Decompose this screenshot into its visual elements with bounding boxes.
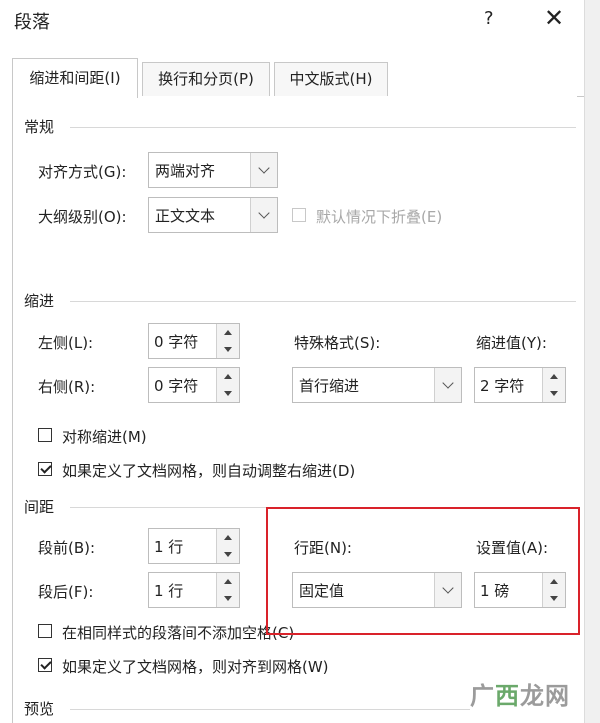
line-spacing-select[interactable]: 固定值 (292, 572, 462, 608)
alignment-label: 对齐方式(G): (38, 163, 127, 181)
spacing-at-label: 设置值(A): (476, 539, 549, 557)
section-indentation-header: 缩进 (24, 292, 55, 310)
spacing-after-spinner[interactable]: 1 行 (148, 572, 240, 608)
tab-asian-typography[interactable]: 中文版式(H) (274, 62, 388, 96)
collapse-by-default-label: 默认情况下折叠(E) (316, 208, 443, 226)
indent-by-label: 缩进值(Y): (476, 334, 547, 352)
outline-level-value: 正文文本 (155, 207, 216, 225)
indent-by-spinner[interactable]: 2 字符 (474, 367, 566, 403)
no-space-same-style-label: 在相同样式的段落间不添加空格(C) (62, 624, 295, 642)
indent-right-label: 右侧(R): (38, 378, 96, 396)
outline-level-select[interactable]: 正文文本 (148, 197, 278, 233)
spinner-arrows (216, 529, 239, 563)
spinner-arrows (216, 324, 239, 358)
collapse-by-default-checkbox (292, 208, 306, 222)
decrement-icon[interactable] (217, 546, 239, 563)
spacing-at-value: 1 磅 (480, 582, 510, 600)
decrement-icon[interactable] (217, 590, 239, 607)
spacing-before-value: 1 行 (154, 538, 184, 556)
snap-to-grid-checkbox[interactable] (38, 658, 52, 672)
spacing-after-value: 1 行 (154, 582, 184, 600)
indent-by-value: 2 字符 (480, 377, 525, 395)
mirror-indents-label: 对称缩进(M) (62, 428, 147, 446)
indent-left-label: 左侧(L): (38, 334, 94, 352)
dialog-title: 段落 (14, 12, 50, 33)
section-spacing-header: 间距 (24, 498, 55, 516)
decrement-icon[interactable] (543, 590, 565, 607)
close-button[interactable]: ✕ (544, 4, 564, 32)
auto-adjust-right-indent-checkbox[interactable] (38, 462, 52, 476)
increment-icon[interactable] (217, 529, 239, 547)
indent-left-spinner[interactable]: 0 字符 (148, 323, 240, 359)
alignment-value: 两端对齐 (155, 162, 216, 180)
decrement-icon[interactable] (543, 385, 565, 402)
spinner-arrows (216, 368, 239, 402)
spacing-before-spinner[interactable]: 1 行 (148, 528, 240, 564)
line-spacing-value: 固定值 (299, 582, 345, 600)
tab-indents-and-spacing[interactable]: 缩进和间距(I) (12, 58, 138, 98)
divider (70, 507, 266, 508)
chevron-down-icon[interactable] (434, 573, 461, 607)
window-edge (584, 0, 600, 723)
decrement-icon[interactable] (217, 385, 239, 402)
chevron-down-icon[interactable] (250, 198, 277, 232)
decrement-icon[interactable] (217, 341, 239, 358)
section-general-header: 常规 (24, 118, 55, 136)
outline-level-label: 大纲级别(O): (38, 208, 127, 226)
increment-icon[interactable] (217, 573, 239, 591)
indent-right-spinner[interactable]: 0 字符 (148, 367, 240, 403)
indent-left-value: 0 字符 (154, 333, 199, 351)
special-indent-select[interactable]: 首行缩进 (292, 367, 462, 403)
section-preview-header: 预览 (24, 700, 55, 718)
divider (70, 301, 576, 302)
line-spacing-label: 行距(N): (294, 539, 352, 557)
alignment-select[interactable]: 两端对齐 (148, 152, 278, 188)
increment-icon[interactable] (543, 573, 565, 591)
special-indent-value: 首行缩进 (299, 377, 360, 395)
watermark: 广西龙网 (470, 682, 570, 710)
increment-icon[interactable] (217, 368, 239, 386)
divider (70, 709, 470, 710)
special-indent-label: 特殊格式(S): (294, 334, 381, 352)
indent-right-value: 0 字符 (154, 377, 199, 395)
chevron-down-icon[interactable] (250, 153, 277, 187)
increment-icon[interactable] (217, 324, 239, 342)
chevron-down-icon[interactable] (434, 368, 461, 402)
spacing-at-spinner[interactable]: 1 磅 (474, 572, 566, 608)
spacing-after-label: 段后(F): (38, 583, 94, 601)
spinner-arrows (542, 573, 565, 607)
spinner-arrows (216, 573, 239, 607)
title-bar (0, 0, 600, 44)
spacing-before-label: 段前(B): (38, 539, 96, 557)
spinner-arrows (542, 368, 565, 402)
snap-to-grid-label: 如果定义了文档网格，则对齐到网格(W) (62, 658, 329, 676)
mirror-indents-checkbox[interactable] (38, 428, 52, 442)
divider (70, 127, 576, 128)
increment-icon[interactable] (543, 368, 565, 386)
help-button[interactable]: ? (484, 8, 494, 29)
auto-adjust-right-indent-label: 如果定义了文档网格，则自动调整右缩进(D) (62, 462, 356, 480)
tab-line-and-page-breaks[interactable]: 换行和分页(P) (142, 62, 270, 96)
no-space-same-style-checkbox[interactable] (38, 624, 52, 638)
